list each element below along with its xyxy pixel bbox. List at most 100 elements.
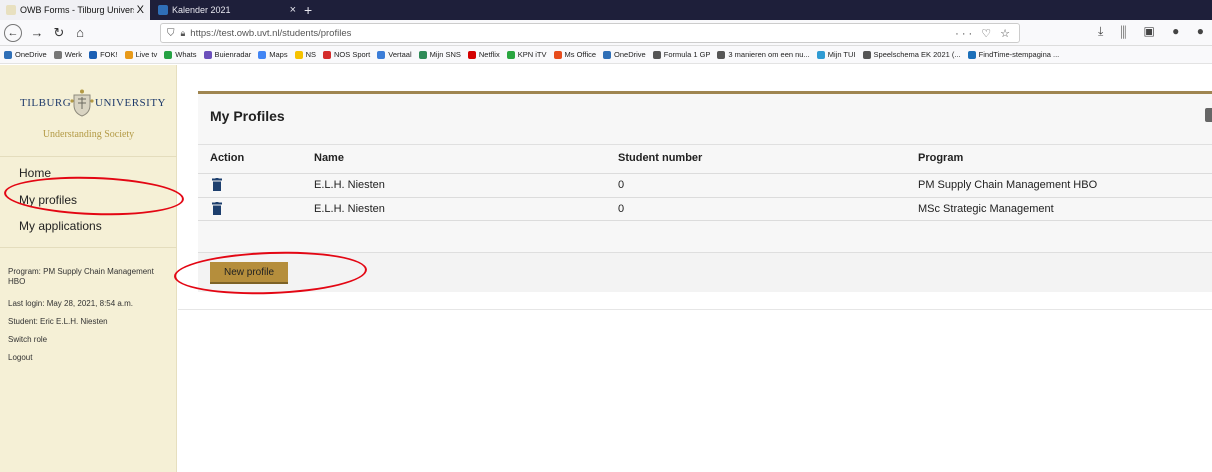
lock-icon[interactable]: 🔒︎ (181, 28, 186, 39)
bookmark-label: KPN iTV (517, 50, 547, 59)
trash-icon[interactable] (212, 202, 222, 215)
browser-nav-bar: ← → ↻ ⌂ ⛉ 🔒︎ https://test.owb.uvt.nl/stu… (0, 20, 1212, 46)
column-header-name: Name (314, 152, 344, 164)
bookmark-favicon-icon (4, 50, 12, 59)
bookmark-item[interactable]: 3 manieren om een nu... (717, 50, 810, 59)
sidebar: Tilburg University Understanding Society… (0, 65, 177, 472)
profile-name: E.L.H. Niesten (314, 179, 385, 191)
bookmark-favicon-icon (323, 50, 331, 59)
bookmark-label: Mijn TUI (827, 50, 856, 59)
bookmark-favicon-icon (53, 50, 62, 59)
forward-arrow-icon[interactable]: → (30, 24, 44, 42)
profile-program: PM Supply Chain Management HBO (918, 179, 1098, 191)
bookmark-label: Buienradar (214, 50, 252, 59)
logout-link[interactable]: Logout (8, 353, 170, 363)
bookmark-label: OneDrive (614, 50, 646, 59)
bookmark-label: Netflix (478, 50, 500, 59)
student-name-text: Student: Eric E.L.H. Niesten (8, 317, 108, 326)
card-corner-badge (1205, 108, 1212, 122)
bookmark-item[interactable]: FindTime-stempagina ... (967, 50, 1060, 59)
close-tab-icon[interactable]: × (290, 4, 296, 16)
bookmark-favicon-icon (467, 50, 476, 59)
bookmark-favicon-icon (816, 50, 825, 59)
bookmark-favicon-icon (89, 50, 98, 59)
bookmark-item[interactable]: Werk (53, 50, 83, 59)
bookmark-item[interactable]: NOS Sport (323, 50, 370, 59)
bookmark-favicon-icon (294, 50, 303, 59)
bookmark-item[interactable]: NS (294, 50, 316, 59)
column-header-student-number: Student number (618, 152, 703, 164)
bookmark-label: Whats (175, 50, 197, 59)
university-logo[interactable]: Tilburg University Understanding Society (0, 65, 177, 157)
bookmark-label: Werk (64, 50, 83, 59)
reload-icon[interactable]: ↻ (52, 24, 66, 42)
page-actions-icons[interactable]: ··· ♡ ☆ (955, 27, 1019, 40)
tab-label: OWB Forms - Tilburg University (20, 5, 134, 15)
shield-icon[interactable]: ⛉ (167, 28, 175, 39)
back-arrow-icon[interactable]: ← (4, 24, 22, 42)
close-tab-icon[interactable]: X (137, 4, 144, 16)
logo-word-tilburg: Tilburg (20, 97, 72, 109)
bookmark-label: Formula 1 GP (663, 50, 711, 59)
tab-label: Kalender 2021 (172, 5, 231, 15)
bookmark-favicon-icon (967, 50, 976, 59)
university-seal-icon (70, 89, 94, 117)
column-header-action: Action (210, 152, 245, 164)
bookmarks-bar: OneDrive Werk FOK! Live tv Whats Buienradar Ma… (0, 46, 1212, 64)
trash-icon[interactable] (212, 178, 222, 191)
bookmark-label: Vertaal (388, 50, 412, 59)
bookmark-favicon-icon (862, 50, 871, 59)
switch-role-link[interactable]: Switch role (8, 335, 170, 345)
bookmark-favicon-icon (603, 50, 612, 59)
bookmark-item[interactable]: Vertaal (377, 50, 412, 59)
bookmark-item[interactable]: Maps (258, 50, 288, 59)
bookmark-item[interactable]: Live tv (124, 50, 158, 59)
content-divider (178, 309, 1212, 310)
bookmark-label: Live tv (135, 50, 158, 59)
logo-word-university: University (95, 97, 166, 109)
home-icon[interactable]: ⌂ (72, 24, 88, 42)
bookmark-favicon-icon (652, 50, 661, 59)
sidebar-item-my-applications[interactable]: My applications (19, 219, 102, 233)
student-number: 0 (618, 179, 625, 191)
tab-kalender[interactable]: Kalender 2021 × (152, 0, 302, 20)
bookmark-item[interactable]: Mijn TUI (816, 50, 856, 59)
table-row: E.L.H. Niesten 0 PM Supply Chain Managem… (198, 173, 1212, 197)
bookmark-item[interactable]: Netflix (467, 50, 500, 59)
bookmark-item[interactable]: Buienradar (203, 50, 252, 59)
table-row: E.L.H. Niesten 0 MSc Strategic Managemen… (198, 197, 1212, 221)
page-title: My Profiles (210, 108, 285, 124)
bookmark-item[interactable]: FOK! (89, 50, 118, 59)
calendar-favicon-icon (158, 5, 168, 15)
last-login-text: Last login: May 28, 2021, 8:54 a.m. (8, 299, 133, 308)
bookmark-label: 3 manieren om een nu... (728, 50, 810, 59)
bookmark-item[interactable]: OneDrive (603, 50, 646, 59)
bookmark-label: Ms Office (564, 50, 597, 59)
logo-subtitle: Understanding Society (42, 129, 135, 140)
card-divider (198, 144, 1212, 145)
bookmark-item[interactable]: Speelschema EK 2021 (... (862, 50, 961, 59)
toolbar-extension-icons[interactable]: ⤓ ⫼ ▣ ● ● (1098, 24, 1211, 39)
profile-program: MSc Strategic Management (918, 203, 1054, 215)
bookmark-favicon-icon (164, 50, 173, 59)
bookmark-favicon-icon (377, 50, 386, 59)
bookmark-item[interactable]: OneDrive (4, 50, 47, 59)
sun-favicon-icon (6, 5, 16, 15)
bookmark-favicon-icon (553, 50, 562, 59)
bookmark-label: Maps (269, 50, 288, 59)
bookmark-item[interactable]: Formula 1 GP (652, 50, 711, 59)
bookmark-item[interactable]: Mijn SNS (418, 50, 461, 59)
bookmark-favicon-icon (124, 50, 133, 59)
bookmark-favicon-icon (506, 50, 515, 59)
tab-owb-forms[interactable]: OWB Forms - Tilburg University X (0, 0, 150, 20)
new-tab-button[interactable]: + (304, 1, 312, 19)
url-bar[interactable]: ⛉ 🔒︎ https://test.owb.uvt.nl/students/pr… (160, 23, 1020, 43)
current-program-text: Program: PM Supply Chain Management HBO (8, 267, 154, 286)
bookmark-favicon-icon (203, 50, 212, 59)
bookmark-label: FindTime-stempagina ... (978, 50, 1060, 59)
bookmark-item[interactable]: Whats (164, 50, 197, 59)
bookmark-item[interactable]: KPN iTV (506, 50, 547, 59)
url-text[interactable]: https://test.owb.uvt.nl/students/profile… (190, 28, 955, 39)
bookmark-label: NS (305, 50, 316, 59)
bookmark-item[interactable]: Ms Office (553, 50, 597, 59)
